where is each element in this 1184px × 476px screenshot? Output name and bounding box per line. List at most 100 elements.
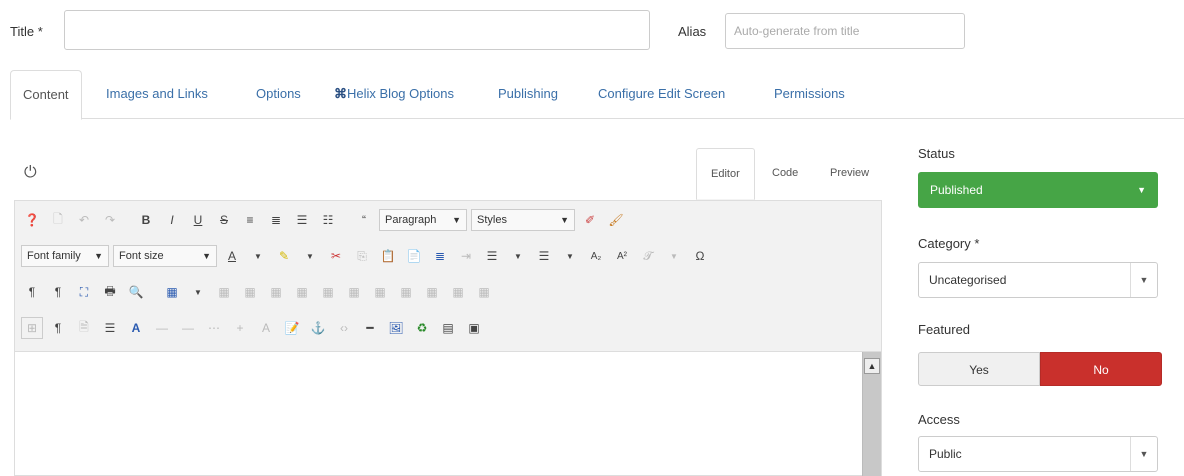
tab-configure-edit-screen[interactable]: Configure Edit Screen [586,70,737,118]
table-cell-props-icon[interactable]: ▦ [239,281,261,303]
toolbar-row-1: ❓ 🗋 ↶ ↷ B I U S ≡ ≣ ☰ ☷ “ Paragraph ▼ Sty… [21,207,627,233]
insert-row-before-icon[interactable]: ▦ [265,281,287,303]
delete-table-icon[interactable]: ▦ [473,281,495,303]
blockquote-icon[interactable]: “ [353,209,375,231]
acronym-icon[interactable]: ⋯ [203,317,225,339]
table-icon[interactable]: ▦ [161,281,183,303]
cut-icon[interactable]: ✂ [325,245,347,267]
tab-content[interactable]: Content [10,70,82,120]
alias-input[interactable]: Auto-generate from title [725,13,965,49]
merge-cells-icon[interactable]: ▦ [447,281,469,303]
insert-col-before-icon[interactable]: ▦ [343,281,365,303]
highlight-color-icon[interactable]: ✎ [273,245,295,267]
attribs-icon[interactable]: 📝 [281,317,303,339]
tab-options[interactable]: Options [244,70,313,118]
redo-icon[interactable]: ↷ [99,209,121,231]
image-icon[interactable]: 🖼 [385,317,407,339]
featured-yes-button[interactable]: Yes [918,352,1040,386]
title-input[interactable] [64,10,650,50]
power-toggle-icon[interactable]: ⏻ [24,164,37,182]
horizontal-rule-icon[interactable]: ━ [359,317,381,339]
split-cells-icon[interactable]: ▦ [421,281,443,303]
tab-helix-blog-options[interactable]: ⌘Helix Blog Options [322,70,466,118]
paragraph-select[interactable]: Paragraph ▼ [379,209,467,231]
bold-icon[interactable]: B [135,209,157,231]
delete-icon[interactable]: A [255,317,277,339]
template-icon[interactable]: 🗎 [73,317,95,339]
align-left-icon[interactable]: ☰ [291,209,313,231]
page-break-icon[interactable]: ☰ [99,317,121,339]
new-document-icon[interactable]: 🗋 [47,209,69,231]
editor-tab-code[interactable]: Code [758,148,812,198]
paint-brush-icon[interactable]: 🖌 [605,209,627,231]
featured-label: Featured [918,322,971,337]
editor-content-area[interactable]: ▲ [14,352,882,476]
chevron-down-icon[interactable]: ▼ [247,245,269,267]
show-blocks-icon[interactable]: ¶ [47,317,69,339]
font-size-select[interactable]: Font size ▼ [113,245,217,267]
abbr-icon[interactable]: — [177,317,199,339]
text-color-icon[interactable]: A [221,245,243,267]
ltr-icon[interactable]: ¶ [21,281,43,303]
paste-icon[interactable]: 📋 [377,245,399,267]
eraser-icon[interactable]: ✐ [579,209,601,231]
help-icon[interactable]: ❓ [21,209,43,231]
chevron-down-icon[interactable]: ▼ [559,245,581,267]
print-icon[interactable]: 🖶 [99,281,121,303]
strikethrough-icon[interactable]: S [213,209,235,231]
styles-select[interactable]: Styles ▼ [471,209,575,231]
underline-icon[interactable]: U [187,209,209,231]
align-right-icon[interactable]: ☷ [317,209,339,231]
fullscreen-icon[interactable]: ⛶ [73,281,95,303]
special-character-icon[interactable]: Ω [689,245,711,267]
featured-no-button[interactable]: No [1040,352,1162,386]
style-icon[interactable]: A [125,317,147,339]
visual-aid-icon[interactable]: ⊞ [21,317,43,339]
delete-col-icon[interactable]: ▦ [395,281,417,303]
search-icon[interactable]: 🔍 [125,281,147,303]
tab-publishing[interactable]: Publishing [486,70,570,118]
paste-word-icon[interactable]: 📄 [403,245,425,267]
title-label: Title * [10,24,43,39]
font-family-select[interactable]: Font family ▼ [21,245,109,267]
delete-row-icon[interactable]: ▦ [317,281,339,303]
scroll-up-icon[interactable]: ▲ [864,358,880,374]
indent-icon[interactable]: ⇥ [455,245,477,267]
copy-icon[interactable]: ⎘ [351,245,373,267]
chevron-down-icon[interactable]: ▼ [187,281,209,303]
code-icon[interactable]: ‹› [333,317,355,339]
layer-position-icon[interactable]: ▣ [463,317,485,339]
editor-tab-preview[interactable]: Preview [816,148,883,198]
subscript-icon[interactable]: A₂ [585,245,607,267]
access-select[interactable]: Public ▼ [918,436,1158,472]
editor-scrollbar[interactable]: ▲ [862,352,881,476]
link-icon[interactable]: ♻ [411,317,433,339]
insert-col-after-icon[interactable]: ▦ [369,281,391,303]
status-select[interactable]: Published ▼ [918,172,1158,208]
tab-permissions[interactable]: Permissions [762,70,857,118]
superscript-icon[interactable]: A² [611,245,633,267]
chevron-down-icon[interactable]: ▼ [507,245,529,267]
search-replace-icon[interactable]: ≣ [429,245,451,267]
italic-icon[interactable]: I [161,209,183,231]
align-center-icon[interactable]: ≣ [265,209,287,231]
align-justify-icon[interactable]: ≡ [239,209,261,231]
table-row-props-icon[interactable]: ▦ [213,281,235,303]
tab-images-links[interactable]: Images and Links [94,70,220,118]
rtl-icon[interactable]: ¶ [47,281,69,303]
chevron-down-icon[interactable]: ▼ [299,245,321,267]
remove-format-icon[interactable]: 𝓣 [637,245,659,267]
bullet-list-icon[interactable]: ☰ [533,245,555,267]
cite-icon[interactable]: — [151,317,173,339]
insert-icon[interactable]: + [229,317,251,339]
insert-row-after-icon[interactable]: ▦ [291,281,313,303]
anchor-icon[interactable]: ⚓ [307,317,329,339]
chevron-down-icon[interactable]: ▼ [663,245,685,267]
editor-tab-editor[interactable]: Editor [696,148,755,200]
undo-icon[interactable]: ↶ [73,209,95,231]
category-select[interactable]: Uncategorised ▼ [918,262,1158,298]
chevron-down-icon: ▼ [94,251,103,261]
layer-icon[interactable]: ▤ [437,317,459,339]
category-label: Category * [918,236,980,251]
numbered-list-icon[interactable]: ☰ [481,245,503,267]
